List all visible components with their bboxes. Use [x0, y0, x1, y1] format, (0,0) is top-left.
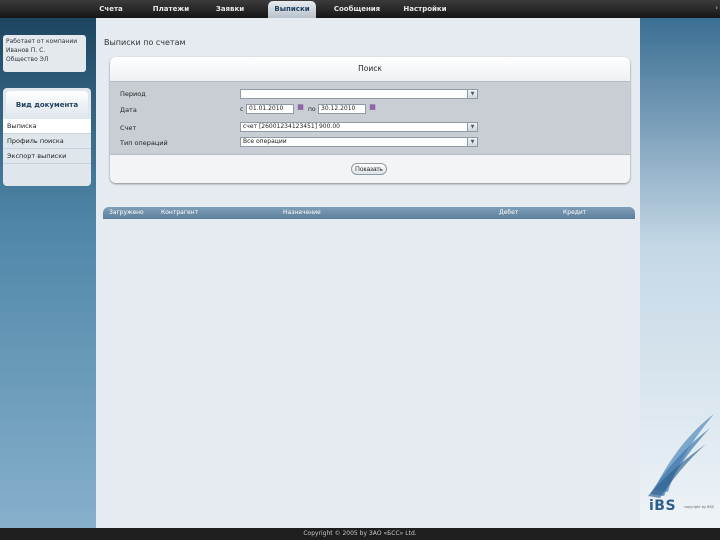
column-header-purpose[interactable]: Назначение	[283, 209, 321, 216]
show-button[interactable]: Показать	[351, 163, 387, 175]
chevron-down-icon[interactable]: ▼	[467, 138, 477, 146]
tab-settings[interactable]: Настройки	[396, 3, 454, 17]
user-name: Иванов П. С.	[6, 47, 46, 54]
tab-requests[interactable]: Заявки	[208, 3, 252, 17]
operation-type-value: Все операции	[243, 138, 287, 145]
sidebar-item-export-statement[interactable]: Экспорт выписки	[3, 149, 91, 164]
search-panel-title: Поиск	[110, 57, 630, 82]
sidebar-item-statement[interactable]: Выписка	[3, 119, 91, 134]
document-type-header: Вид документа	[6, 91, 88, 119]
ibs-logo-swoosh-icon	[648, 414, 714, 498]
user-info-box: Работает от компании Иванов П. С. Общест…	[3, 35, 86, 72]
calendar-icon[interactable]: ▦	[368, 103, 377, 112]
date-label: Дата	[120, 106, 137, 114]
sidebar-item-search-profile[interactable]: Профиль поиска	[3, 134, 91, 149]
footer-copyright: Copyright © 2005 by ЗАО «БСС» Ltd.	[0, 528, 720, 540]
page-title: Выписки по счетам	[104, 38, 186, 47]
ibs-copyright-small: copyright by BSS	[684, 505, 714, 509]
tab-payments[interactable]: Платежи	[146, 3, 196, 17]
period-label: Период	[120, 90, 146, 98]
column-header-credit[interactable]: Кредит	[563, 209, 586, 216]
date-to-input[interactable]: 30.12.2010	[318, 104, 366, 114]
column-header-debit[interactable]: Дебет	[499, 209, 518, 216]
chevron-down-icon[interactable]: ▼	[467, 123, 477, 131]
ibs-logo-text: iBS	[649, 498, 677, 514]
date-from-input[interactable]: 01.01.2010	[246, 104, 294, 114]
tab-accounts[interactable]: Счета	[88, 3, 134, 17]
operation-type-select[interactable]: Все операции ▼	[240, 137, 478, 147]
document-type-panel: Вид документа Выписка Профиль поиска Экс…	[3, 88, 91, 186]
account-select[interactable]: счет [26001234123451] 900.00 ▼	[240, 122, 478, 132]
column-header-loaded[interactable]: Загружено	[109, 209, 144, 216]
results-table-header: Загружено Контрагент Назначение Дебет Кр…	[103, 207, 635, 219]
operation-type-label: Тип операций	[120, 139, 168, 147]
chevron-down-icon[interactable]: ▼	[467, 90, 477, 98]
account-value: счет [26001234123451] 900.00	[243, 123, 340, 130]
column-header-counterparty[interactable]: Контрагент	[161, 209, 198, 216]
chevron-right-icon[interactable]: ›	[715, 4, 718, 12]
tab-statements[interactable]: Выписки	[268, 1, 316, 18]
period-select[interactable]: ▼	[240, 89, 478, 99]
date-from-label: с	[240, 106, 244, 113]
date-to-label: по	[308, 106, 316, 113]
account-label: Счет	[120, 124, 137, 132]
top-nav-bar: Счета Платежи Заявки Выписки Сообщения Н…	[0, 0, 720, 18]
user-organization: Общество ЭЛ	[6, 56, 49, 63]
calendar-icon[interactable]: ▦	[296, 103, 305, 112]
tab-messages[interactable]: Сообщения	[326, 3, 388, 17]
user-company-label: Работает от компании	[6, 38, 78, 45]
